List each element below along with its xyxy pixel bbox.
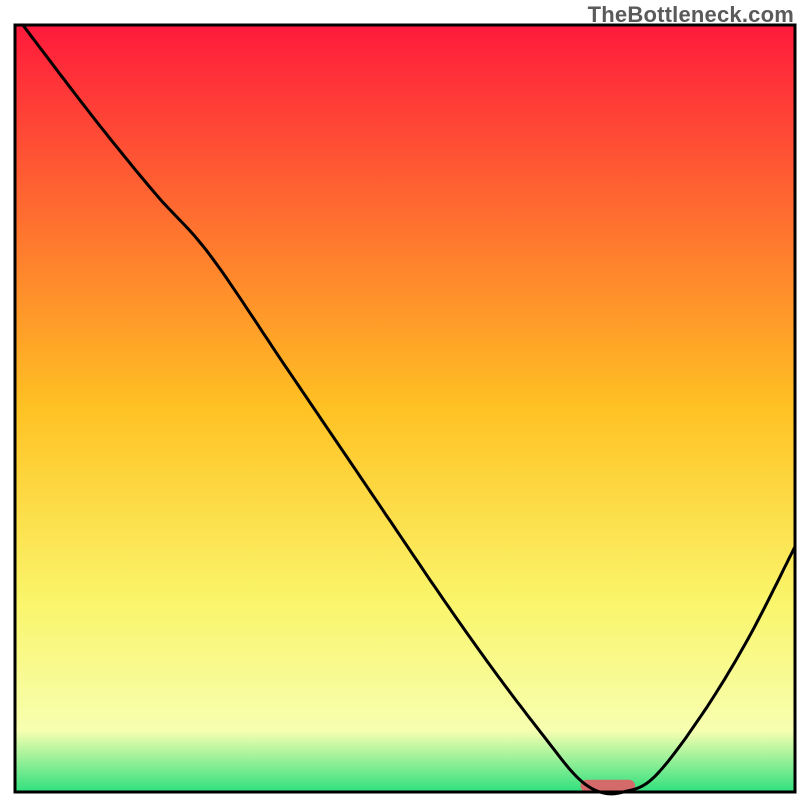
plot-background bbox=[15, 25, 795, 792]
chart-container: TheBottleneck.com bbox=[0, 0, 800, 800]
bottleneck-chart bbox=[0, 0, 800, 800]
watermark-text: TheBottleneck.com bbox=[588, 2, 794, 28]
